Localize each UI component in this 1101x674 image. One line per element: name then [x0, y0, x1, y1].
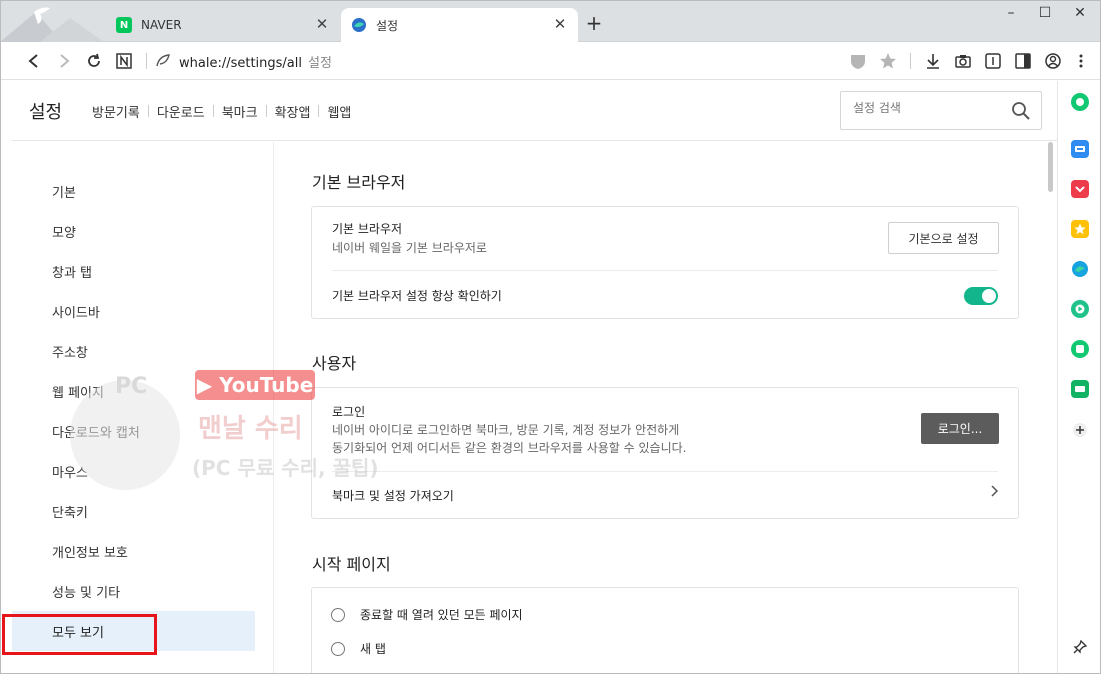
start-page-card: 종료할 때 열려 있던 모든 페이지 새 탭: [311, 587, 1019, 674]
add-sidebar-icon[interactable]: [1071, 421, 1089, 439]
row-title: 기본 브라우저: [332, 222, 403, 236]
row-subtitle: 네이버 웨일을 기본 브라우저로: [332, 241, 487, 255]
link-downloads[interactable]: 다운로드: [157, 102, 205, 121]
whale-url-icon: [153, 51, 173, 71]
settings-nav: 기본 모양 창과 탭 사이드바 주소창 웹 페이지 다운로드와 캡처 마우스 단…: [12, 142, 274, 674]
settings-page: 설정 방문기록 다운로드 북마크 확장앱 웹앱 기본 모양 창과 탭 사이드바 …: [2, 81, 1057, 674]
tab-naver[interactable]: N NAVER ✕: [108, 8, 340, 42]
nav-item-windows-tabs[interactable]: 창과 탭: [52, 262, 92, 281]
back-icon[interactable]: [24, 51, 44, 71]
highlight-box: [2, 614, 157, 655]
webtoon-icon[interactable]: [1071, 380, 1089, 398]
download-icon[interactable]: [923, 51, 943, 71]
tab-settings[interactable]: 설정 ✕: [341, 8, 578, 42]
default-browser-card: 기본 브라우저 네이버 웨일을 기본 브라우저로 기본으로 설정 기본 브라우저…: [311, 206, 1019, 319]
radio-label: 종료할 때 열려 있던 모든 페이지: [360, 608, 523, 622]
header-links: 방문기록 다운로드 북마크 확장앱 웹앱: [92, 102, 351, 121]
address-bar[interactable]: whale://settings/all 설정: [179, 52, 332, 71]
chevron-right-icon[interactable]: [990, 484, 1000, 502]
profile-icon[interactable]: [1043, 51, 1063, 71]
sidebar-toggle-icon[interactable]: [1013, 51, 1033, 71]
settings-search[interactable]: [840, 91, 1042, 130]
radio-restore-pages[interactable]: [331, 608, 345, 622]
url-page-name: 설정: [308, 56, 332, 71]
star-icon[interactable]: [878, 51, 898, 71]
favorite-star-icon[interactable]: [1071, 220, 1089, 238]
camera-icon[interactable]: [953, 51, 973, 71]
pin-icon[interactable]: [1071, 638, 1089, 656]
nav-item-appearance[interactable]: 모양: [52, 222, 76, 241]
search-input[interactable]: [853, 101, 1003, 115]
play-icon[interactable]: [1071, 300, 1089, 318]
section-title-default-browser: 기본 브라우저: [312, 173, 406, 192]
nav-item-performance[interactable]: 성능 및 기타: [52, 582, 120, 601]
naver-home-icon[interactable]: [114, 51, 134, 71]
shield-icon[interactable]: [848, 51, 868, 71]
new-tab-icon[interactable]: +: [584, 13, 604, 33]
whale-logo: [0, 0, 104, 42]
import-bookmarks-link[interactable]: 북마크 및 설정 가져오기: [332, 487, 454, 504]
tab-label: NAVER: [141, 18, 182, 32]
nav-item-basic[interactable]: 기본: [52, 182, 76, 201]
toolbar-divider: [146, 53, 147, 69]
nav-item-shortcuts[interactable]: 단축키: [52, 502, 88, 521]
row-divider: [332, 270, 998, 271]
address-toolbar: whale://settings/all 설정: [0, 42, 1101, 80]
row-subtitle: 동기화되어 언제 어디서든 같은 환경의 브라우저를 사용할 수 있습니다.: [332, 441, 687, 455]
link-webapps[interactable]: 웹앱: [327, 102, 351, 121]
set-default-button[interactable]: 기본으로 설정: [888, 222, 999, 254]
green-dot-icon[interactable]: [1071, 93, 1089, 111]
link-divider: [147, 105, 149, 117]
scrollbar-thumb[interactable]: [1048, 142, 1053, 192]
whale-sidebar: [1057, 81, 1101, 674]
nav-item-sidebar[interactable]: 사이드바: [52, 302, 100, 321]
more-menu-icon[interactable]: [1071, 51, 1091, 71]
forward-icon[interactable]: [54, 51, 74, 71]
pocket-icon[interactable]: [1071, 180, 1089, 198]
close-icon[interactable]: ✕: [1068, 5, 1092, 23]
row-title: 로그인: [332, 405, 366, 419]
row-divider: [332, 471, 998, 472]
section-title-start-page: 시작 페이지: [312, 555, 391, 574]
minimize-icon[interactable]: –: [999, 5, 1023, 23]
nav-item-address-bar[interactable]: 주소창: [52, 342, 88, 361]
link-divider: [318, 105, 320, 117]
radio-new-tab[interactable]: [331, 642, 345, 656]
row-subtitle: 네이버 아이디로 로그인하면 북마크, 방문 기록, 계정 정보가 안전하게: [332, 423, 680, 437]
tab-label: 설정: [376, 18, 399, 33]
login-button[interactable]: 로그인...: [921, 413, 999, 444]
maximize-icon[interactable]: ☐: [1033, 5, 1057, 23]
link-extensions[interactable]: 확장앱: [275, 102, 311, 121]
url-text: whale://settings/all: [179, 56, 302, 71]
page-title: 설정: [29, 102, 63, 123]
link-divider: [212, 105, 214, 117]
settings-header: 설정 방문기록 다운로드 북마크 확장앱 웹앱: [12, 81, 1057, 141]
link-bookmarks[interactable]: 북마크: [222, 102, 258, 121]
row-title: 기본 브라우저 설정 항상 확인하기: [332, 289, 502, 303]
search-icon[interactable]: [1011, 101, 1031, 121]
naver-green-icon[interactable]: [1071, 340, 1089, 358]
close-tab-icon[interactable]: ✕: [552, 16, 568, 32]
always-check-toggle[interactable]: [964, 287, 998, 305]
nav-item-web-page[interactable]: 웹 페이지: [52, 382, 104, 401]
user-card: 로그인 네이버 아이디로 로그인하면 북마크, 방문 기록, 계정 정보가 안전…: [311, 387, 1019, 519]
radio-label: 새 탭: [360, 642, 386, 656]
naver-icon: N: [116, 17, 132, 33]
link-divider: [265, 105, 267, 117]
nav-item-mouse[interactable]: 마우스: [52, 462, 88, 481]
reload-icon[interactable]: [84, 51, 104, 71]
tab-strip: N NAVER ✕ 설정 ✕ + – ☐ ✕: [0, 0, 1101, 42]
calendar-icon[interactable]: [1071, 140, 1089, 158]
link-history[interactable]: 방문기록: [92, 102, 140, 121]
section-title-user: 사용자: [312, 354, 357, 373]
edge-browser-icon[interactable]: [1071, 260, 1089, 278]
close-tab-icon[interactable]: ✕: [314, 16, 330, 32]
reader-icon[interactable]: [983, 51, 1003, 71]
toolbar-divider: [910, 53, 911, 69]
nav-item-download-capture[interactable]: 다운로드와 캡처: [52, 422, 140, 441]
whale-icon: [351, 17, 367, 33]
nav-item-privacy[interactable]: 개인정보 보호: [52, 542, 128, 561]
